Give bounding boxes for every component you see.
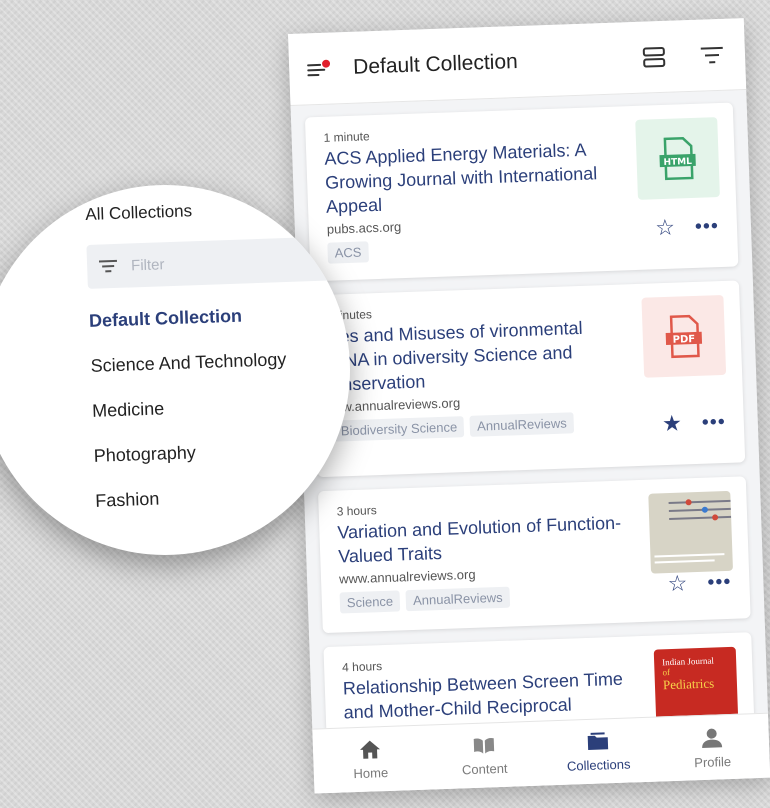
thumb-label: PDF (672, 334, 695, 346)
layout-toggle-icon[interactable] (639, 41, 670, 72)
nav-label: Collections (566, 755, 631, 774)
cover-line-1: Indian Journal (661, 655, 715, 668)
nav-content[interactable]: Content (426, 722, 542, 790)
collection-title: Default Collection (352, 49, 519, 79)
tag[interactable]: Biodiversity Science (333, 416, 465, 442)
more-options-icon[interactable]: ••• (707, 571, 732, 594)
app-screen: Default Collection 1 minute ACS Applied … (288, 18, 770, 794)
home-icon (360, 740, 380, 759)
star-outline-icon[interactable]: ☆ (655, 215, 676, 241)
star-filled-icon[interactable]: ★ (662, 411, 683, 437)
pdf-file-icon: PDF (641, 294, 727, 378)
nav-home[interactable]: Home (312, 726, 428, 794)
html-file-icon: HTML (635, 117, 720, 200)
menu-button[interactable] (307, 59, 332, 78)
person-icon (702, 728, 723, 748)
cover-line-3: Pediatrics (662, 675, 715, 693)
collection-item-photography[interactable]: Photography (93, 435, 350, 466)
book-icon (473, 737, 495, 754)
article-title[interactable]: Variation and Evolution of Function-Valu… (337, 510, 628, 568)
article-card[interactable]: 3 hours Variation and Evolution of Funct… (317, 476, 751, 634)
filter-placeholder: Filter (130, 255, 165, 274)
sort-filter-icon[interactable] (696, 39, 727, 70)
nav-collections[interactable]: Collections (540, 718, 656, 786)
more-options-icon[interactable]: ••• (701, 411, 726, 434)
collection-item-fashion[interactable]: Fashion (95, 480, 350, 511)
nav-label: Profile (693, 753, 732, 770)
nav-profile[interactable]: Profile (654, 714, 770, 782)
collection-item-default[interactable]: Default Collection (89, 300, 350, 331)
tag[interactable]: AnnualReviews (469, 412, 575, 437)
nav-label: Home (353, 764, 389, 781)
collections-magnifier: All Collections Filter Default Collectio… (0, 185, 350, 555)
folder-icon (587, 731, 609, 750)
article-card[interactable]: 1 minute ACS Applied Energy Materials: A… (304, 102, 739, 282)
tag[interactable]: Science (339, 590, 401, 614)
article-thumbnail (648, 490, 734, 574)
article-card[interactable]: minutes ses and Misuses of vironmental D… (311, 280, 746, 478)
article-title[interactable]: ses and Misuses of vironmental DNA in od… (330, 315, 622, 397)
article-feed: 1 minute ACS Applied Energy Materials: A… (291, 90, 770, 794)
filter-input[interactable]: Filter (86, 235, 350, 289)
notification-dot (321, 59, 331, 68)
collection-item-medicine[interactable]: Medicine (92, 390, 350, 421)
thumb-label: HTML (663, 157, 692, 168)
cover-line-2: of (662, 667, 671, 678)
star-outline-icon[interactable]: ☆ (667, 570, 688, 596)
article-title[interactable]: ACS Applied Energy Materials: A Growing … (324, 137, 616, 219)
collection-item-science[interactable]: Science And Technology (90, 345, 350, 376)
tag[interactable]: AnnualReviews (405, 586, 511, 612)
more-options-icon[interactable]: ••• (695, 215, 720, 238)
all-collections-heading[interactable]: All Collections (85, 195, 350, 225)
nav-label: Content (461, 760, 508, 777)
filter-icon (98, 259, 118, 273)
